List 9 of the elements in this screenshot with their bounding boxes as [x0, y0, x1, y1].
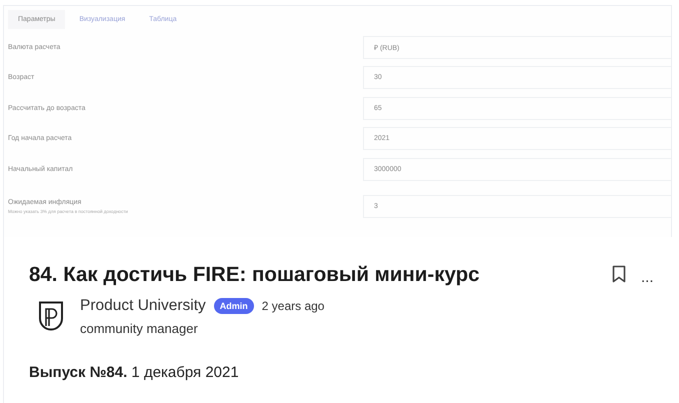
admin-badge: Admin — [214, 298, 254, 314]
more-button[interactable]: ... — [641, 270, 654, 285]
bookmark-icon[interactable] — [612, 265, 626, 283]
post-time: 2 years ago — [262, 299, 324, 313]
logo-icon — [38, 301, 64, 333]
author-name[interactable]: Product University — [80, 297, 206, 315]
post-title: 84. Как достичь FIRE: пошаговый мини-курс — [29, 263, 481, 287]
author-role: community manager — [80, 321, 199, 336]
intro-text: Выпуск №84. 1 декабря 2021 — [29, 364, 240, 381]
